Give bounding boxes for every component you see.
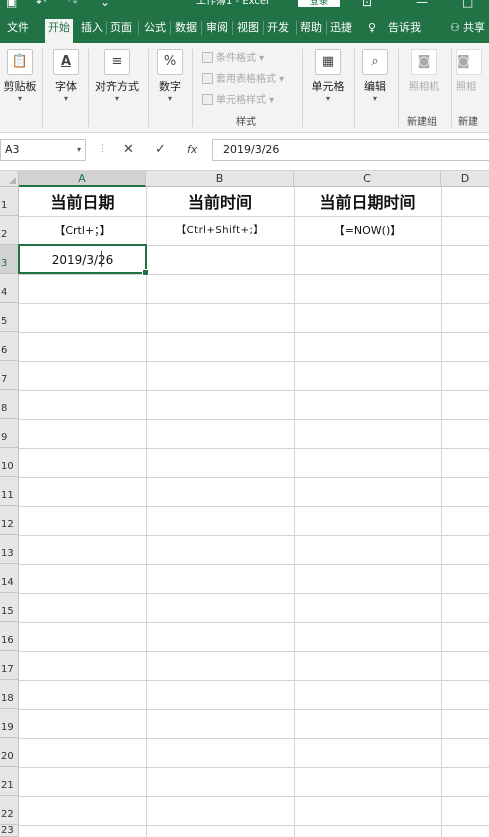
conditional-format-icon: [202, 52, 213, 63]
cell-c1[interactable]: 当前日期时间: [294, 189, 441, 216]
minimize-icon[interactable]: —: [416, 0, 428, 8]
clipboard-button[interactable]: 📋 剪贴板 ▾: [2, 49, 38, 104]
cell-c2[interactable]: 【=NOW()】: [294, 217, 441, 245]
active-cell-border: [18, 244, 149, 276]
ribbon-display-icon[interactable]: ⊡: [362, 0, 372, 8]
tab-help[interactable]: 帮助: [300, 21, 322, 35]
lightbulb-icon[interactable]: ♀: [368, 21, 376, 35]
save-icon[interactable]: ▣: [6, 0, 17, 8]
more-icon: ⋮: [98, 144, 107, 154]
row-header-1[interactable]: 1: [0, 187, 19, 216]
camera-icon: ◙: [411, 49, 437, 75]
row-header-15[interactable]: 15: [0, 593, 19, 622]
row-header-2[interactable]: 2: [0, 216, 19, 245]
alignment-button[interactable]: ≡ 对齐方式 ▾: [94, 49, 140, 104]
row-header-21[interactable]: 21: [0, 767, 19, 796]
cells-button[interactable]: ▦ 单元格 ▾: [306, 49, 350, 104]
name-box[interactable]: A3 ▾: [0, 139, 86, 161]
cell-style-button[interactable]: 单元格样式 ▾: [202, 91, 274, 106]
row-header-8[interactable]: 8: [0, 390, 19, 419]
tab-tell-me[interactable]: 告诉我: [388, 21, 421, 35]
cell-a2[interactable]: 【Crtl+；】: [19, 217, 146, 245]
formula-input[interactable]: 2019/3/26: [212, 139, 489, 161]
tab-home[interactable]: 开始: [45, 19, 73, 43]
row-header-5[interactable]: 5: [0, 303, 19, 332]
redo-icon[interactable]: ↷: [68, 0, 78, 8]
clipboard-icon: 📋: [7, 49, 33, 75]
text-cursor: [101, 251, 102, 267]
camera-button[interactable]: ◙ 照相机: [404, 49, 444, 93]
ribbon-tabs: 文件 开始 插入 页面 公式 数据 审阅 视图 开发 帮助 迅捷 ♀ 告诉我 ⚇…: [0, 9, 489, 43]
customize-toolbar-icon[interactable]: ⌄: [100, 0, 110, 8]
row-header-4[interactable]: 4: [0, 274, 19, 303]
tab-data[interactable]: 数据: [175, 21, 197, 35]
table-format-icon: [202, 73, 213, 84]
row-header-10[interactable]: 10: [0, 448, 19, 477]
row-header-18[interactable]: 18: [0, 680, 19, 709]
ribbon-home: 📋 剪贴板 ▾ A 字体 ▾ ≡ 对齐方式 ▾ % 数字 ▾ 条件格式 ▾ 套用…: [0, 43, 489, 133]
undo-icon[interactable]: ↶: [36, 0, 46, 8]
styles-group-label: 样式: [236, 117, 256, 128]
maximize-icon[interactable]: □: [462, 0, 473, 8]
row-header-20[interactable]: 20: [0, 738, 19, 767]
row-header-12[interactable]: 12: [0, 506, 19, 535]
tab-formulas[interactable]: 公式: [144, 21, 166, 35]
column-header-d[interactable]: D: [441, 171, 489, 187]
tab-file[interactable]: 文件: [7, 21, 29, 35]
new-group-label: 新建组: [407, 117, 437, 128]
tab-view[interactable]: 视图: [237, 21, 259, 35]
enter-icon[interactable]: ✓: [155, 142, 166, 158]
share-icon[interactable]: ⚇: [450, 21, 460, 35]
worksheet-grid[interactable]: A B C D 1 2 3 4 5 6 7 8 9 10 11 12 13 14…: [0, 171, 489, 837]
row-header-14[interactable]: 14: [0, 564, 19, 593]
chevron-down-icon[interactable]: ▾: [77, 140, 81, 160]
excel-window: ▣ ↶ ↷ ⌄ 工作簿1 - Excel 登录 ⊡ — □ 文件 开始 插入 页…: [0, 0, 489, 837]
column-header-a[interactable]: A: [19, 171, 146, 187]
title-bar: ▣ ↶ ↷ ⌄ 工作簿1 - Excel 登录 ⊡ — □: [0, 0, 489, 9]
tab-review[interactable]: 审阅: [206, 21, 228, 35]
tab-page-layout[interactable]: 页面: [110, 21, 132, 35]
row-header-13[interactable]: 13: [0, 535, 19, 564]
tab-developer[interactable]: 开发: [267, 21, 289, 35]
row-header-22[interactable]: 22: [0, 796, 19, 825]
new-group-label-2: 新建: [458, 117, 478, 128]
row-header-6[interactable]: 6: [0, 332, 19, 361]
font-icon: A: [53, 49, 79, 75]
conditional-format-button[interactable]: 条件格式 ▾: [202, 49, 264, 64]
login-button[interactable]: 登录: [298, 0, 340, 7]
tab-xunjie[interactable]: 迅捷: [330, 21, 352, 35]
cancel-icon[interactable]: ✕: [123, 142, 134, 158]
editing-button[interactable]: ⌕ 编辑 ▾: [358, 49, 392, 104]
cell-a1[interactable]: 当前日期: [19, 189, 146, 216]
select-all-button[interactable]: [0, 171, 19, 187]
row-header-9[interactable]: 9: [0, 419, 19, 448]
percent-icon: %: [157, 49, 183, 75]
column-header-b[interactable]: B: [146, 171, 294, 187]
insert-function-icon[interactable]: fx: [187, 142, 197, 158]
row-header-3[interactable]: 3: [0, 245, 19, 274]
cells-icon: ▦: [315, 49, 341, 75]
tab-share[interactable]: 共享: [463, 21, 485, 35]
search-icon: ⌕: [362, 49, 388, 75]
formula-bar: A3 ▾ ⋮ ✕ ✓ fx 2019/3/26: [0, 133, 489, 171]
row-header-16[interactable]: 16: [0, 622, 19, 651]
cell-b2[interactable]: 【Ctrl+Shift+;】: [146, 217, 294, 245]
camera-icon: ◙: [456, 49, 482, 75]
cell-b1[interactable]: 当前时间: [146, 189, 294, 216]
column-header-c[interactable]: C: [294, 171, 441, 187]
cell-style-icon: [202, 94, 213, 105]
align-icon: ≡: [104, 49, 130, 75]
font-button[interactable]: A 字体 ▾: [48, 49, 84, 104]
table-format-button[interactable]: 套用表格格式 ▾: [202, 70, 284, 85]
number-button[interactable]: % 数字 ▾: [154, 49, 186, 104]
row-header-7[interactable]: 7: [0, 361, 19, 390]
window-title: 工作簿1 - Excel: [196, 0, 269, 7]
camera-button-2[interactable]: ◙ 照相: [456, 49, 489, 93]
row-header-17[interactable]: 17: [0, 651, 19, 680]
tab-insert[interactable]: 插入: [81, 21, 103, 35]
row-header-23[interactable]: 23: [0, 825, 19, 837]
row-header-11[interactable]: 11: [0, 477, 19, 506]
row-header-19[interactable]: 19: [0, 709, 19, 738]
